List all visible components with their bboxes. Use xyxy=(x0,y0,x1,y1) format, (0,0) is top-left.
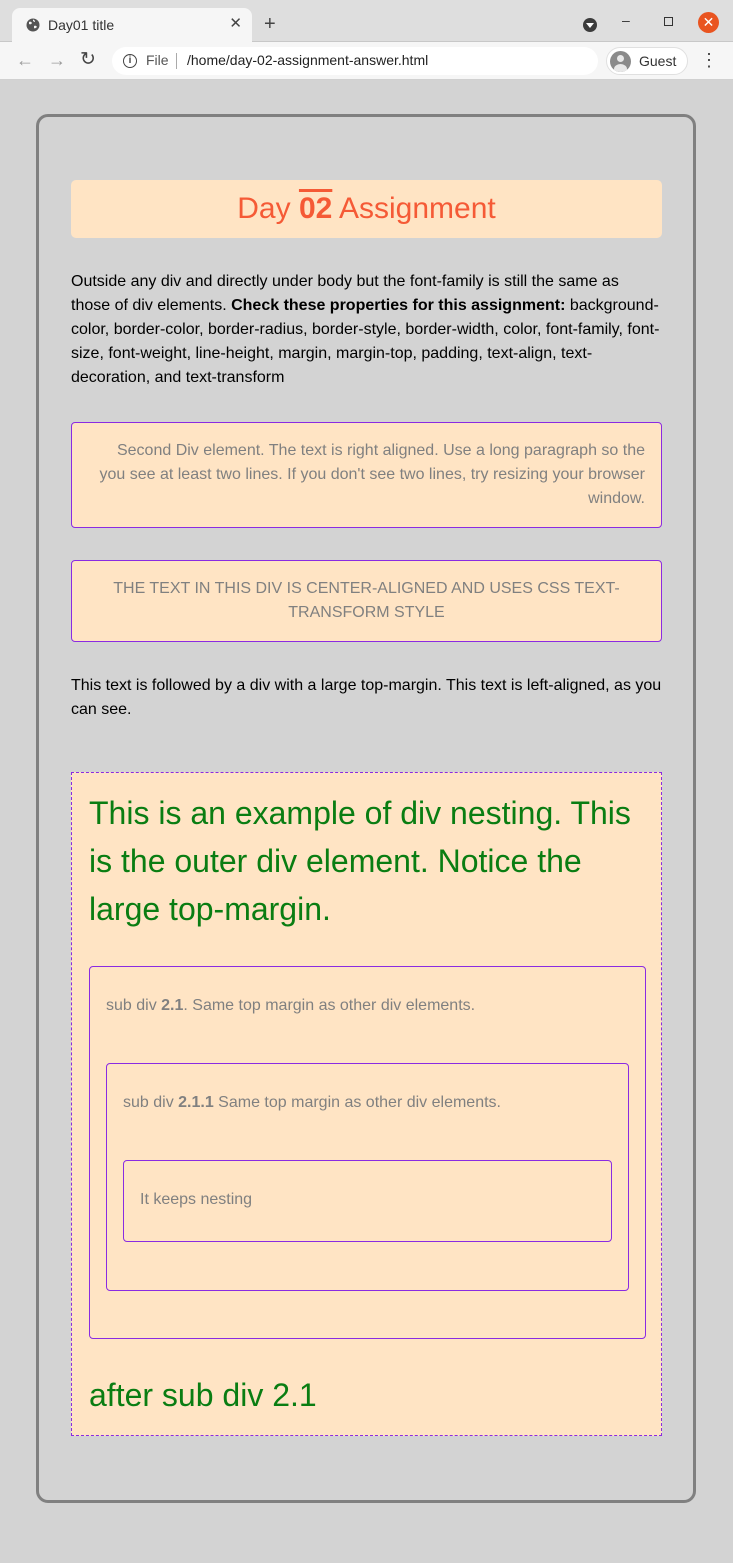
outer-div-text: This is an example of div nesting. This … xyxy=(89,795,631,927)
follow-paragraph: This text is followed by a div with a la… xyxy=(71,677,662,718)
sub-div-2-1-suffix: . Same top margin as other div elements. xyxy=(183,997,476,1014)
sub-div-2-1-prefix: sub div xyxy=(106,997,162,1014)
plus-icon[interactable]: + xyxy=(264,14,276,34)
sub-div-2-1-number: 2.1 xyxy=(161,997,184,1014)
profile-button[interactable]: Guest xyxy=(606,47,688,75)
address-bar[interactable]: i File /home/day-02-assignment-answer.ht… xyxy=(112,47,598,75)
chevron-down-icon[interactable] xyxy=(583,18,597,32)
tab-bar: Day01 title ✕ + – ✕ xyxy=(0,0,733,42)
maximize-button[interactable] xyxy=(664,17,673,26)
sub-div-2-1-1-text: sub div 2.1.1 Same top margin as other d… xyxy=(123,1092,501,1114)
reload-icon[interactable]: ↻ xyxy=(80,50,96,70)
innermost-div: It keeps nesting xyxy=(123,1160,612,1242)
info-icon[interactable]: i xyxy=(123,54,137,68)
tab-title: Day01 title xyxy=(48,17,115,33)
browser-toolbar: ← → ↻ i File /home/day-02-assignment-ans… xyxy=(0,42,733,80)
intro-paragraph: Outside any div and directly under body … xyxy=(71,270,662,390)
right-aligned-div: Second Div element. The text is right al… xyxy=(71,422,662,528)
innermost-div-text: It keeps nesting xyxy=(140,1191,253,1208)
url-text[interactable]: /home/day-02-assignment-answer.html xyxy=(187,52,428,68)
right-aligned-text: Second Div element. The text is right al… xyxy=(99,442,645,507)
close-icon[interactable]: ✕ xyxy=(229,16,242,32)
intro-bold-text: Check these properties for this assignme… xyxy=(231,297,566,314)
center-aligned-div: THE TEXT IN THIS DIV IS CENTER-ALIGNED A… xyxy=(71,560,662,642)
after-sub-div-text: after sub div 2.1 xyxy=(89,1377,317,1413)
page-viewport: Day 02 Assignment Outside any div and di… xyxy=(0,81,733,1563)
title-suffix: Assignment xyxy=(332,192,496,225)
sub-div-2-1-1-number: 2.1.1 xyxy=(178,1094,214,1111)
avatar-icon xyxy=(610,51,631,72)
title-day-number: 02 xyxy=(298,192,333,225)
sub-div-2-1-1-suffix: Same top margin as other div elements. xyxy=(213,1094,501,1111)
sub-div-2-1-1-prefix: sub div xyxy=(123,1094,179,1111)
page-title: Day 02 Assignment xyxy=(71,180,662,238)
sub-div-2-1-1: sub div 2.1.1 Same top margin as other d… xyxy=(106,1063,629,1291)
outer-div: This is an example of div nesting. This … xyxy=(71,772,662,1436)
minimize-button[interactable]: – xyxy=(622,12,630,28)
title-prefix: Day xyxy=(237,192,299,225)
browser-tab[interactable]: Day01 title ✕ xyxy=(12,8,252,42)
window-close-button[interactable]: ✕ xyxy=(698,12,719,33)
profile-label: Guest xyxy=(639,53,677,69)
back-arrow-icon[interactable]: ← xyxy=(16,50,34,70)
file-label: File xyxy=(146,52,169,68)
globe-icon xyxy=(26,18,40,32)
sub-div-2-1: sub div 2.1. Same top margin as other di… xyxy=(89,966,646,1339)
forward-arrow-icon[interactable]: → xyxy=(48,50,66,70)
kebab-menu-icon[interactable]: ⋮ xyxy=(700,50,718,70)
sub-div-2-1-text: sub div 2.1. Same top margin as other di… xyxy=(106,995,475,1017)
center-aligned-text: THE TEXT IN THIS DIV IS CENTER-ALIGNED A… xyxy=(113,580,620,621)
address-separator xyxy=(176,53,177,69)
